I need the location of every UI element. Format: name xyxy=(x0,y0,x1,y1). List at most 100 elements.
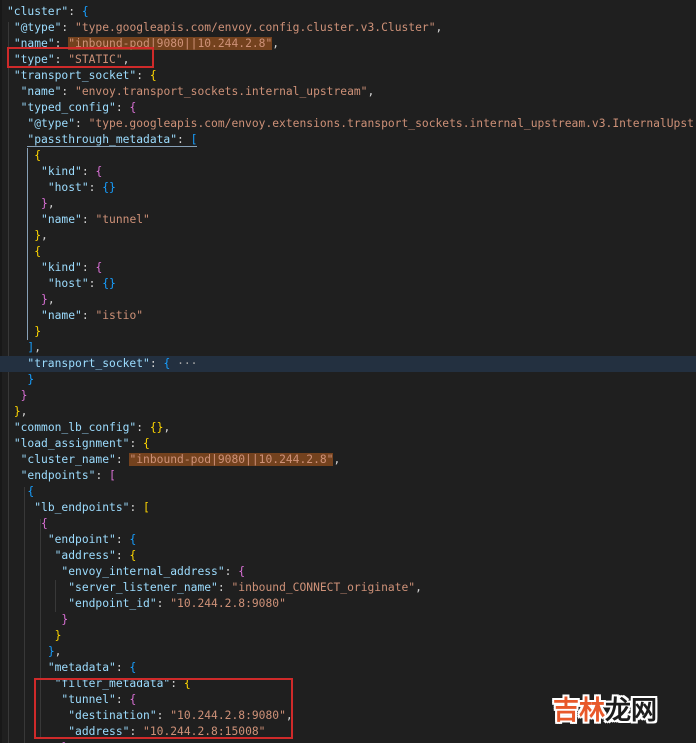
code-line: "lb_endpoints": [ xyxy=(0,500,696,516)
code-token: } xyxy=(34,325,42,338)
code-line: "passthrough_metadata": [ xyxy=(0,132,696,148)
code-token: { xyxy=(143,437,150,450)
code-token: } xyxy=(41,197,48,210)
code-line: "cluster": { xyxy=(0,4,696,20)
code-line: "name": "tunnel" xyxy=(0,212,696,228)
code-line: { xyxy=(0,244,696,260)
code-token: "kind" xyxy=(41,165,82,178)
code-token: "transport_socket" xyxy=(27,357,150,370)
code-token: , xyxy=(20,405,28,418)
code-token: "common_lb_config" xyxy=(13,421,137,434)
code-token: , xyxy=(163,421,171,434)
code-line: }, xyxy=(0,644,696,660)
code-line: } xyxy=(0,388,696,404)
code-token: { xyxy=(34,245,42,258)
code-line: "host": {} xyxy=(0,180,696,196)
code-token: [ xyxy=(109,469,116,482)
code-token: "inbound-pod|9080||10.244.2.8" xyxy=(129,453,334,466)
code-token: "endpoint_id" xyxy=(68,597,157,610)
code-token: } xyxy=(20,389,28,402)
code-token: : xyxy=(115,533,130,546)
code-token: , xyxy=(34,341,42,354)
code-token: { xyxy=(34,149,42,162)
code-token: "address" xyxy=(54,549,116,562)
code-token: { xyxy=(129,661,137,674)
code-token: "host" xyxy=(47,181,89,194)
code-token: "endpoint" xyxy=(47,533,116,546)
code-token: "name" xyxy=(41,309,82,322)
code-token: : xyxy=(136,421,150,434)
code-token: "name" xyxy=(20,85,62,98)
code-line: "envoy_internal_address": { xyxy=(0,564,696,580)
watermark-secondary-text: 龙网 xyxy=(605,696,658,726)
code-token: { xyxy=(238,565,246,578)
code-token: : xyxy=(129,501,144,514)
code-token: : xyxy=(95,469,110,482)
code-token: { xyxy=(41,517,48,530)
code-line: "load_assignment": { xyxy=(0,436,696,452)
code-token: : xyxy=(88,181,103,194)
code-token: : xyxy=(81,261,96,274)
code-line: "@type": "type.googleapis.com/envoy.exte… xyxy=(0,116,696,132)
code-token: "transport_socket" xyxy=(13,69,137,82)
code-line: } xyxy=(0,324,696,340)
code-token: "name" xyxy=(41,213,82,226)
code-line: "metadata": { xyxy=(0,660,696,676)
code-line: } xyxy=(0,372,696,388)
code-token: { xyxy=(149,69,157,82)
code-token: { xyxy=(129,549,137,562)
code-token: : xyxy=(68,5,82,18)
code-token: : xyxy=(81,213,96,226)
code-line: }, xyxy=(0,292,696,308)
code-line: ], xyxy=(0,340,696,356)
code-token: : xyxy=(61,21,76,34)
code-token: "kind" xyxy=(41,261,82,274)
code-line: "address": { xyxy=(0,548,696,564)
code-token: "tunnel" xyxy=(95,213,150,226)
code-line: } xyxy=(0,612,696,628)
code-token: "@type" xyxy=(27,117,76,130)
code-line: { xyxy=(0,516,696,532)
code-token: "passthrough_metadata" xyxy=(27,133,178,147)
code-line: }, xyxy=(0,228,696,244)
code-token: } xyxy=(13,405,21,418)
code-line: "endpoint_id": "10.244.2.8:9080" xyxy=(0,596,696,612)
code-line: "kind": { xyxy=(0,164,696,180)
code-token: "envoy_internal_address" xyxy=(61,565,225,578)
code-line: }, xyxy=(0,404,696,420)
code-token: } xyxy=(54,629,62,642)
code-token: , xyxy=(435,21,443,34)
watermark: 吉林龙网 xyxy=(553,690,657,727)
code-token: } xyxy=(27,373,35,386)
code-line: }, xyxy=(0,196,696,212)
code-editor[interactable]: "cluster": { "@type": "type.googleapis.c… xyxy=(0,0,696,743)
code-line: { xyxy=(0,148,696,164)
folded-region-indicator[interactable]: ··· xyxy=(177,357,197,370)
code-line: "transport_socket": { xyxy=(0,68,696,84)
code-token: { xyxy=(27,485,35,498)
code-token: : xyxy=(115,661,130,674)
code-area[interactable]: "cluster": { "@type": "type.googleapis.c… xyxy=(0,0,696,743)
code-token: : xyxy=(217,581,232,594)
code-token: "endpoints" xyxy=(20,469,96,482)
code-token: : xyxy=(224,565,239,578)
annotation-box xyxy=(7,47,154,68)
code-token: : xyxy=(136,69,150,82)
code-line: "name": "envoy.transport_sockets.interna… xyxy=(0,84,696,100)
code-token: , xyxy=(47,197,55,210)
code-token: "server_listener_name" xyxy=(68,581,218,594)
code-token: : xyxy=(81,165,96,178)
code-token: { xyxy=(129,533,137,546)
code-token: [ xyxy=(190,133,198,147)
code-token: [ xyxy=(143,501,150,514)
code-token: "istio" xyxy=(95,309,144,322)
code-token: : xyxy=(75,117,89,130)
code-token: {} xyxy=(102,181,116,194)
code-token: : xyxy=(129,437,144,450)
code-token: "load_assignment" xyxy=(13,437,130,450)
code-line: { xyxy=(0,484,696,500)
code-token: } xyxy=(47,645,55,658)
code-line: "kind": { xyxy=(0,260,696,276)
code-token: "typed_config" xyxy=(20,101,116,114)
code-token: "cluster" xyxy=(7,5,69,18)
